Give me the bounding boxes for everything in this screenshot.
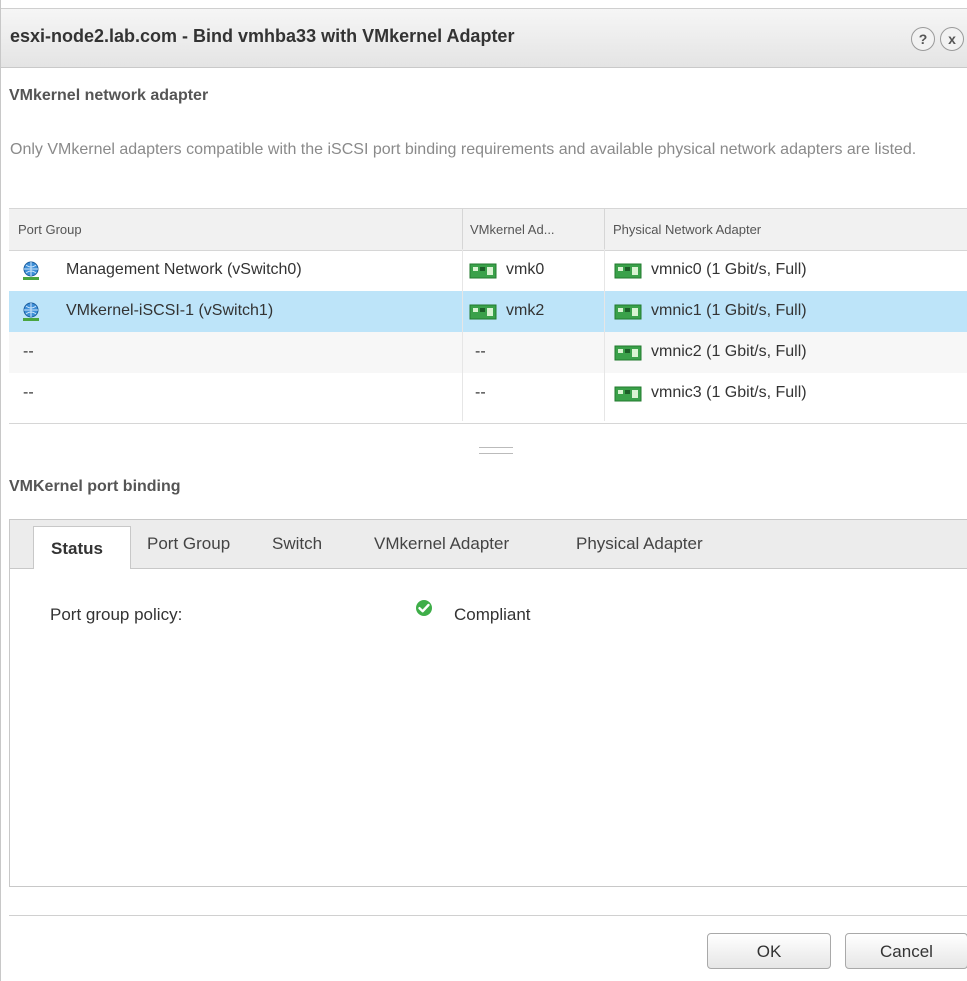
table-row[interactable]: -- -- vmnic2 (1 Gbit/s, Full) bbox=[9, 332, 967, 373]
physical-nic-icon bbox=[614, 345, 642, 361]
footer-divider bbox=[9, 915, 967, 916]
column-divider[interactable] bbox=[462, 209, 463, 250]
column-divider bbox=[462, 249, 463, 421]
physical-nic-icon bbox=[614, 304, 642, 320]
column-divider[interactable] bbox=[604, 209, 605, 250]
table-header: Port Group VMkernel Ad... Physical Netwo… bbox=[9, 209, 967, 251]
port-group-cell: VMkernel-iSCSI-1 (vSwitch1) bbox=[66, 302, 274, 319]
compliant-check-icon bbox=[416, 600, 432, 616]
cancel-button[interactable]: Cancel bbox=[845, 933, 967, 969]
table-row[interactable]: -- -- vmnic3 (1 Gbit/s, Full) bbox=[9, 373, 967, 414]
ok-button[interactable]: OK bbox=[707, 933, 831, 969]
port-group-cell: -- bbox=[23, 343, 34, 360]
tab-label: Status bbox=[51, 539, 103, 558]
table-row-selected[interactable]: VMkernel-iSCSI-1 (vSwitch1) vmk2 vmnic1 … bbox=[9, 291, 967, 332]
help-icon[interactable]: ? bbox=[911, 27, 935, 51]
binding-tabs-panel: Status Port Group Switch VMkernel Adapte… bbox=[9, 519, 967, 887]
tab-port-group[interactable]: Port Group bbox=[147, 534, 230, 554]
tab-vmkernel-adapter[interactable]: VMkernel Adapter bbox=[374, 534, 509, 554]
compliance-status-value: Compliant bbox=[454, 605, 531, 624]
tab-strip: Status Port Group Switch VMkernel Adapte… bbox=[10, 520, 967, 569]
dialog-title: esxi-node2.lab.com - Bind vmhba33 with V… bbox=[10, 26, 515, 46]
physical-nic-icon bbox=[614, 263, 642, 279]
vmkernel-adapter-cell: vmk2 bbox=[506, 302, 545, 319]
physical-adapter-cell: vmnic0 (1 Gbit/s, Full) bbox=[651, 261, 807, 278]
column-header-port-group[interactable]: Port Group bbox=[18, 222, 82, 237]
binding-section-title: VMKernel port binding bbox=[9, 478, 181, 495]
vmkernel-adapter-cell: -- bbox=[475, 384, 486, 401]
dialog-titlebar[interactable]: esxi-node2.lab.com - Bind vmhba33 with V… bbox=[1, 8, 967, 68]
physical-adapter-cell: vmnic1 (1 Gbit/s, Full) bbox=[651, 302, 807, 319]
physical-adapter-cell: vmnic2 (1 Gbit/s, Full) bbox=[651, 343, 807, 360]
adapter-table: Port Group VMkernel Ad... Physical Netwo… bbox=[9, 208, 967, 424]
pane-splitter-handle[interactable] bbox=[479, 447, 513, 454]
vmkernel-adapter-cell: -- bbox=[475, 343, 486, 360]
adapter-section-title: VMkernel network adapter bbox=[9, 87, 209, 104]
network-adapter-icon bbox=[469, 263, 497, 279]
network-globe-icon bbox=[23, 302, 39, 321]
column-divider bbox=[604, 249, 605, 421]
network-globe-icon bbox=[23, 261, 39, 280]
bind-vmkernel-dialog: esxi-node2.lab.com - Bind vmhba33 with V… bbox=[0, 0, 967, 981]
port-group-cell: Management Network (vSwitch0) bbox=[66, 261, 302, 278]
tab-switch[interactable]: Switch bbox=[272, 534, 322, 554]
network-adapter-icon bbox=[469, 304, 497, 320]
column-header-vmkernel-adapter[interactable]: VMkernel Ad... bbox=[470, 222, 555, 237]
physical-nic-icon bbox=[614, 386, 642, 402]
adapter-description: Only VMkernel adapters compatible with t… bbox=[10, 141, 917, 158]
port-group-cell: -- bbox=[23, 384, 34, 401]
close-icon[interactable]: x bbox=[940, 27, 964, 51]
physical-adapter-cell: vmnic3 (1 Gbit/s, Full) bbox=[651, 384, 807, 401]
tab-physical-adapter[interactable]: Physical Adapter bbox=[576, 534, 703, 554]
table-row[interactable]: Management Network (vSwitch0) vmk0 vmnic… bbox=[9, 250, 967, 291]
port-group-policy-label: Port group policy: bbox=[50, 605, 183, 624]
column-header-physical-adapter[interactable]: Physical Network Adapter bbox=[613, 222, 761, 237]
vmkernel-adapter-cell: vmk0 bbox=[506, 261, 545, 278]
tab-status[interactable]: Status bbox=[33, 526, 131, 569]
